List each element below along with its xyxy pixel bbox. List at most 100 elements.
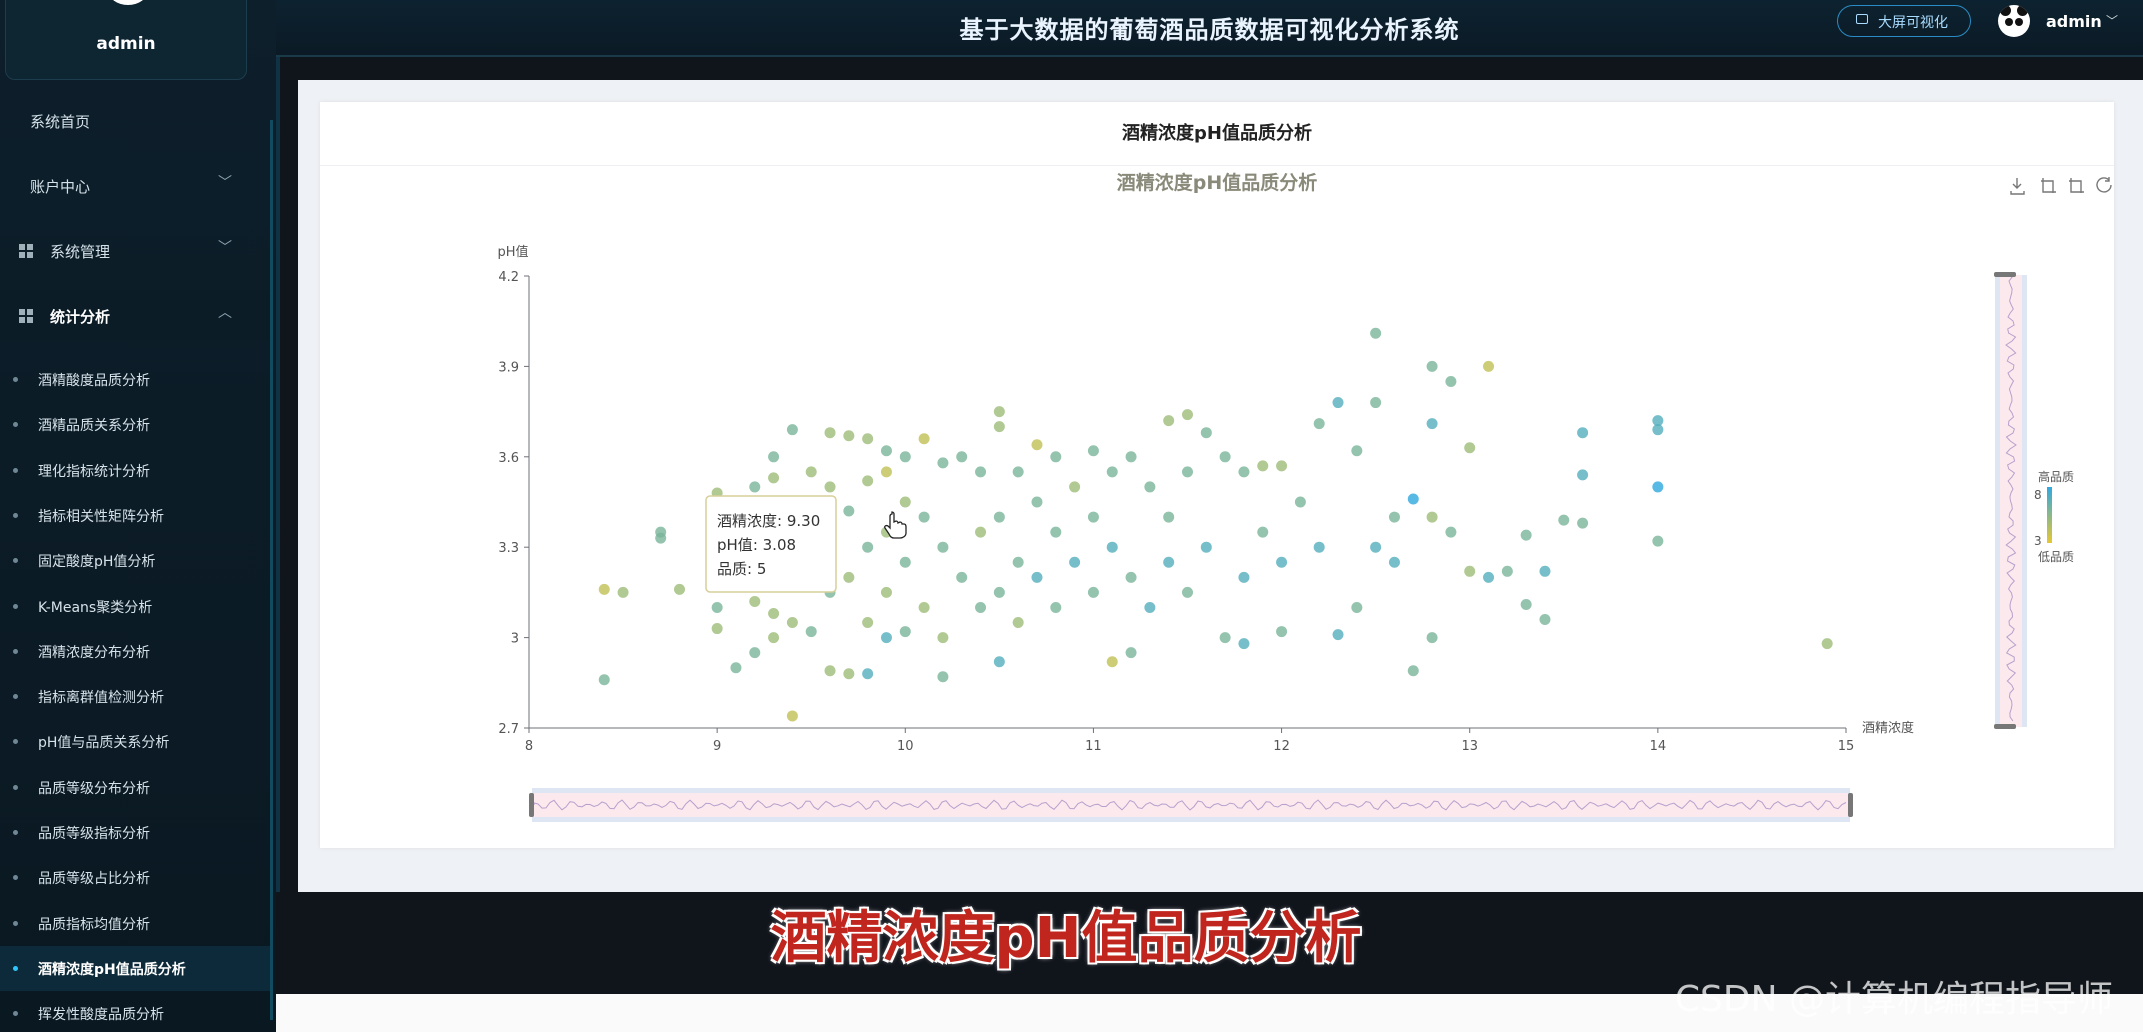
scatter-point[interactable] [1388,556,1400,568]
scatter-point[interactable] [956,571,968,583]
sidebar-sub-item[interactable]: 理化指标统计分析 [0,448,272,493]
scatter-point[interactable] [749,595,761,607]
scatter-point[interactable] [1276,556,1288,568]
scatter-point[interactable] [1031,496,1043,508]
scatter-point[interactable] [1106,656,1118,668]
scatter-point[interactable] [918,601,930,613]
header-user-name[interactable]: admin [2046,12,2102,31]
x-data-zoom[interactable] [529,788,1853,822]
y-zoom-handle-bottom[interactable] [1994,724,2016,729]
scatter-point[interactable] [1163,556,1175,568]
scatter-point[interactable] [824,427,836,439]
scatter-point[interactable] [937,541,949,553]
scatter-point[interactable] [937,671,949,683]
zoom-back-icon[interactable] [2069,178,2084,193]
scatter-point[interactable] [880,632,892,644]
scatter-point[interactable] [1238,571,1250,583]
scatter-point[interactable] [730,662,742,674]
scatter-point[interactable] [1652,481,1664,493]
scatter-point[interactable] [1370,397,1382,409]
scatter-point[interactable] [1426,511,1438,523]
sidebar-sub-item[interactable]: 品质等级分布分析 [0,765,272,810]
scatter-point[interactable] [786,710,798,722]
scatter-point[interactable] [617,586,629,598]
scatter-point[interactable] [1012,556,1024,568]
scatter-point[interactable] [1257,526,1269,538]
scatter-point[interactable] [1370,541,1382,553]
scatter-point[interactable] [1012,617,1024,629]
scatter-point[interactable] [1125,571,1137,583]
scatter-point[interactable] [1483,571,1495,583]
scatter-point[interactable] [993,511,1005,523]
scatter-point[interactable] [1332,397,1344,409]
scatter-point[interactable] [975,466,987,478]
sidebar-menu-0[interactable]: 系统首页 [0,95,272,145]
scatter-point[interactable] [1558,514,1570,526]
scatter-point[interactable] [880,466,892,478]
user-avatar[interactable] [1998,5,2030,37]
scatter-point[interactable] [1577,517,1589,529]
scatter-point[interactable] [1031,439,1043,451]
scatter-point[interactable] [880,445,892,457]
sidebar-menu-1[interactable]: 账户中心 ﹀ [0,160,272,210]
sidebar-menu-2[interactable]: 系统管理 ﹀ [0,225,272,275]
scatter-point[interactable] [1426,360,1438,372]
scatter-point[interactable] [1520,529,1532,541]
scatter-point[interactable] [843,430,855,442]
scatter-point[interactable] [843,505,855,517]
scatter-point[interactable] [1182,409,1193,421]
sidebar-sub-item[interactable]: 品质等级占比分析 [0,855,272,900]
scatter-point[interactable] [805,466,817,478]
scatter-point[interactable] [1182,466,1193,478]
scatter-point[interactable] [1652,424,1664,436]
scatter-point[interactable] [1087,445,1099,457]
scatter-point[interactable] [1483,360,1495,372]
scatter-point[interactable] [1464,442,1476,454]
sidebar-menu-3[interactable]: 统计分析 ︿ [0,290,272,340]
scatter-point[interactable] [975,601,987,613]
scatter-point[interactable] [1031,571,1043,583]
sidebar-sub-item[interactable]: pH值与品质关系分析 [0,719,272,764]
scatter-point[interactable] [1539,614,1551,626]
scatter-point[interactable] [1125,451,1137,463]
scatter-point[interactable] [1351,445,1363,457]
scatter-point[interactable] [805,626,817,638]
scatter-point[interactable] [1144,601,1156,613]
scatter-point[interactable] [1069,481,1081,493]
scatter-point[interactable] [1313,418,1325,430]
scatter-point[interactable] [1577,469,1589,481]
scatter-point[interactable] [674,583,686,595]
scatter-point[interactable] [1200,541,1212,553]
sidebar-sub-item[interactable]: 挥发性酸度品质分析 [0,991,272,1032]
scatter-point[interactable] [1313,541,1325,553]
scatter-point[interactable] [1520,598,1532,610]
scatter-point[interactable] [1050,601,1062,613]
scatter-point[interactable] [862,475,874,487]
scatter-point[interactable] [993,406,1005,418]
scatter-point[interactable] [1407,493,1419,505]
sidebar-sub-item[interactable]: 指标相关性矩阵分析 [0,493,272,538]
scatter-point[interactable] [843,571,855,583]
scatter-point[interactable] [1821,638,1833,650]
scatter-point[interactable] [993,586,1005,598]
scatter-point[interactable] [1652,535,1664,547]
scatter-point[interactable] [1125,647,1137,659]
scatter-point[interactable] [993,421,1005,433]
scatter-point[interactable] [1200,427,1212,439]
sidebar-sub-item[interactable]: 指标离群值检测分析 [0,674,272,719]
scatter-point[interactable] [1182,586,1193,598]
scatter-point[interactable] [899,556,911,568]
scatter-point[interactable] [956,451,968,463]
scatter-point[interactable] [862,433,874,445]
scatter-point[interactable] [1257,460,1269,472]
scatter-point[interactable] [1050,526,1062,538]
scatter-point[interactable] [1219,451,1231,463]
scatter-point[interactable] [1445,526,1457,538]
scatter-point[interactable] [937,632,949,644]
scatter-point[interactable] [824,481,836,493]
download-icon[interactable] [2010,178,2025,195]
y-data-zoom[interactable] [1994,272,2027,729]
sidebar-sub-item[interactable]: 固定酸度pH值分析 [0,538,272,583]
sidebar-sub-item[interactable]: 酒精浓度分布分析 [0,629,272,674]
scatter-point[interactable] [655,526,667,538]
